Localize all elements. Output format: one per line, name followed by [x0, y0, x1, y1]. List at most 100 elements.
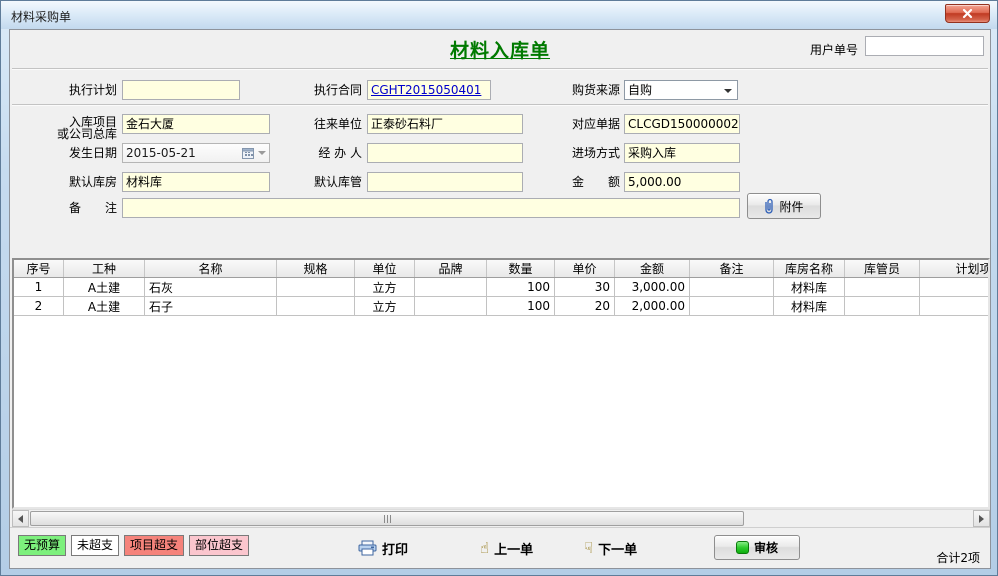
divider	[12, 104, 988, 106]
dialog-window: 材料采购单 材料入库单 用户单号 执行计划 执行合同 CGHT201505040…	[0, 0, 998, 576]
divider	[12, 68, 988, 70]
status-badge: 部位超支	[189, 535, 249, 556]
user-no-input[interactable]	[865, 36, 984, 56]
grid-header-cell[interactable]: 计划项目	[920, 260, 990, 277]
audit-green-icon	[736, 541, 749, 554]
contract-input[interactable]: CGHT2015050401	[367, 80, 491, 100]
hand-up-icon: ☝	[480, 541, 489, 556]
keeper-input[interactable]	[367, 172, 523, 192]
table-cell[interactable]: 材料库	[774, 278, 845, 296]
ref-doc-label: 对应单据	[523, 114, 620, 134]
table-cell[interactable]	[277, 297, 355, 315]
status-badge: 未超支	[71, 535, 119, 556]
table-cell[interactable]: 立方	[355, 297, 415, 315]
warehouse-input[interactable]: 材料库	[122, 172, 270, 192]
grid-header-cell[interactable]: 库管员	[845, 260, 920, 277]
table-cell[interactable]: 100	[487, 297, 555, 315]
close-button[interactable]	[945, 4, 990, 23]
table-cell[interactable]: 材料库	[774, 297, 845, 315]
counterpart-input[interactable]: 正泰砂石料厂	[367, 114, 523, 134]
chevron-down-icon[interactable]	[724, 89, 732, 93]
grid-header-cell[interactable]: 工种	[64, 260, 145, 277]
close-icon	[962, 8, 973, 19]
table-cell[interactable]: 100	[487, 278, 555, 296]
next-record-button[interactable]: ☟ 下一单	[584, 537, 637, 559]
table-cell[interactable]: 立方	[355, 278, 415, 296]
hand-down-icon: ☟	[584, 541, 593, 556]
table-row[interactable]: 2A土建石子 立方 100202,000.00 材料库	[14, 297, 990, 316]
table-cell[interactable]: 2,000.00	[615, 297, 690, 315]
project-input[interactable]: 金石大厦	[122, 114, 270, 134]
grid-header-cell[interactable]: 序号	[14, 260, 64, 277]
table-row[interactable]: 1A土建石灰 立方 100303,000.00 材料库	[14, 278, 990, 297]
ref-doc-input[interactable]: CLCGD150000002	[624, 114, 740, 134]
remark-label: 备 注	[20, 198, 117, 218]
paperclip-icon	[764, 198, 774, 214]
table-cell[interactable]: 30	[555, 278, 615, 296]
table-cell[interactable]	[920, 278, 990, 296]
table-cell[interactable]: 3,000.00	[615, 278, 690, 296]
title-bar[interactable]: 材料采购单	[1, 1, 997, 29]
grid-header-cell[interactable]: 数量	[487, 260, 555, 277]
status-badge: 项目超支	[124, 535, 184, 556]
date-picker[interactable]: 2015-05-21	[122, 143, 270, 163]
scrollbar-thumb[interactable]	[30, 511, 744, 526]
entry-mode-input[interactable]: 采购入库	[624, 143, 740, 163]
horizontal-scrollbar[interactable]	[12, 509, 990, 526]
table-cell[interactable]: 石子	[145, 297, 277, 315]
table-cell[interactable]: A土建	[64, 297, 145, 315]
status-badge: 无预算	[18, 535, 66, 556]
warehouse-label: 默认库房	[20, 172, 117, 192]
grid-header-cell[interactable]: 名称	[145, 260, 277, 277]
attachment-button[interactable]: 附件	[747, 193, 821, 219]
grid-header-cell[interactable]: 单位	[355, 260, 415, 277]
handler-input[interactable]	[367, 143, 523, 163]
form-panel: 材料入库单 用户单号 执行计划 执行合同 CGHT2015050401 购货来源…	[9, 29, 991, 569]
grid-header-cell[interactable]: 金额	[615, 260, 690, 277]
entry-mode-label: 进场方式	[523, 143, 620, 163]
table-cell[interactable]	[690, 278, 774, 296]
table-cell[interactable]: 20	[555, 297, 615, 315]
grid-header-cell[interactable]: 品牌	[415, 260, 487, 277]
arrow-left-icon	[18, 515, 23, 523]
table-cell[interactable]	[415, 297, 487, 315]
status-bar: 无预算未超支项目超支部位超支 打印 ☝ 上一单 ☟ 下一单	[10, 527, 990, 568]
contract-link[interactable]: CGHT2015050401	[371, 83, 481, 97]
arrow-right-icon	[979, 515, 984, 523]
table-cell[interactable]: 1	[14, 278, 64, 296]
amount-label: 金 额	[523, 172, 620, 192]
budget-legend: 无预算未超支项目超支部位超支	[18, 535, 249, 556]
window-title: 材料采购单	[11, 8, 71, 25]
scroll-right-button[interactable]	[973, 510, 990, 527]
table-cell[interactable]: 石灰	[145, 278, 277, 296]
grid-header-cell[interactable]: 库房名称	[774, 260, 845, 277]
table-cell[interactable]: 2	[14, 297, 64, 315]
table-cell[interactable]	[845, 297, 920, 315]
plan-label: 执行计划	[20, 80, 117, 100]
source-combobox[interactable]: 自购	[624, 80, 738, 100]
table-cell[interactable]	[845, 278, 920, 296]
date-label: 发生日期	[20, 143, 117, 163]
calendar-icon[interactable]	[242, 147, 254, 159]
keeper-label: 默认库管	[265, 172, 362, 192]
table-cell[interactable]	[920, 297, 990, 315]
table-cell[interactable]: A土建	[64, 278, 145, 296]
print-button[interactable]: 打印	[358, 537, 408, 559]
plan-input[interactable]	[122, 80, 240, 100]
grid-header-cell[interactable]: 备注	[690, 260, 774, 277]
contract-label: 执行合同	[265, 80, 362, 100]
previous-record-button[interactable]: ☝ 上一单	[480, 537, 533, 559]
table-cell[interactable]	[690, 297, 774, 315]
audit-button[interactable]: 审核	[714, 535, 800, 560]
remark-input[interactable]	[122, 198, 740, 218]
grid-header-cell[interactable]: 单价	[555, 260, 615, 277]
table-cell[interactable]	[415, 278, 487, 296]
scroll-left-button[interactable]	[12, 510, 29, 527]
amount-input[interactable]: 5,000.00	[624, 172, 740, 192]
grid-header-cell[interactable]: 规格	[277, 260, 355, 277]
total-count: 合计2项	[936, 549, 980, 566]
table-cell[interactable]	[277, 278, 355, 296]
printer-icon	[358, 540, 377, 556]
handler-label: 经 办 人	[265, 143, 362, 163]
items-grid[interactable]: 序号工种名称规格单位品牌数量单价金额备注库房名称库管员计划项目 1A土建石灰立方…	[12, 258, 990, 509]
